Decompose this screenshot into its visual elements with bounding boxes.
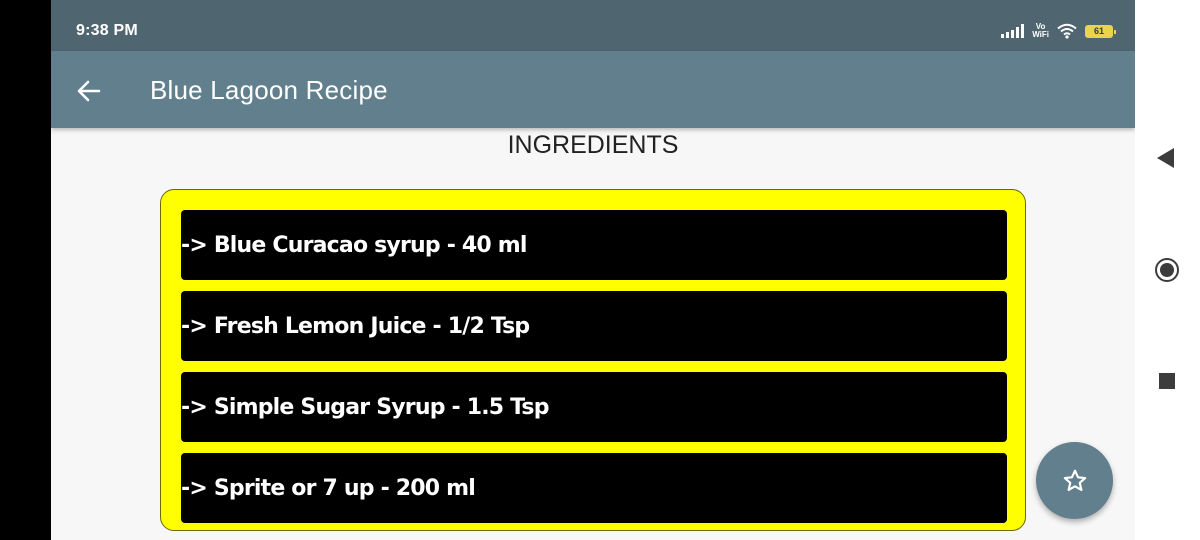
ingredient-item: -> Simple Sugar Syrup - 1.5 Tsp (181, 372, 1007, 442)
status-icons: Vo WiFi 61 (1001, 20, 1116, 42)
back-button[interactable] (71, 73, 107, 109)
vowifi-label-bottom: WiFi (1032, 30, 1049, 39)
system-nav-bar (1135, 0, 1200, 540)
signal-icon (1001, 24, 1025, 38)
status-time: 9:38 PM (76, 22, 138, 39)
app-bar: Blue Lagoon Recipe (51, 51, 1135, 128)
ingredient-item: -> Sprite or 7 up - 200 ml (181, 453, 1007, 523)
nav-recents-icon[interactable] (1159, 373, 1175, 389)
star-outline-icon (1063, 469, 1086, 491)
nav-back-icon[interactable] (1157, 148, 1174, 168)
vowifi-icon: Vo WiFi (1032, 23, 1049, 39)
nav-home-icon[interactable] (1155, 258, 1179, 282)
favorite-button[interactable] (1036, 442, 1113, 519)
page-title: Blue Lagoon Recipe (150, 75, 388, 105)
app-window: 9:38 PM Vo WiFi 61 Blue Lagoon Recipe IN… (51, 0, 1135, 540)
wifi-icon (1057, 23, 1077, 39)
screen: 9:38 PM Vo WiFi 61 Blue Lagoon Recipe IN… (0, 0, 1200, 540)
arrow-left-icon (77, 80, 101, 102)
battery-icon: 61 (1085, 24, 1116, 38)
ingredients-heading: INGREDIENTS (507, 131, 679, 159)
ingredients-card: -> Blue Curacao syrup - 40 ml -> Fresh L… (160, 189, 1026, 531)
battery-level: 61 (1093, 25, 1104, 36)
ingredient-item: -> Fresh Lemon Juice - 1/2 Tsp (181, 291, 1007, 361)
ingredient-item: -> Blue Curacao syrup - 40 ml (181, 210, 1007, 280)
status-bar: 9:38 PM Vo WiFi 61 (51, 0, 1135, 51)
